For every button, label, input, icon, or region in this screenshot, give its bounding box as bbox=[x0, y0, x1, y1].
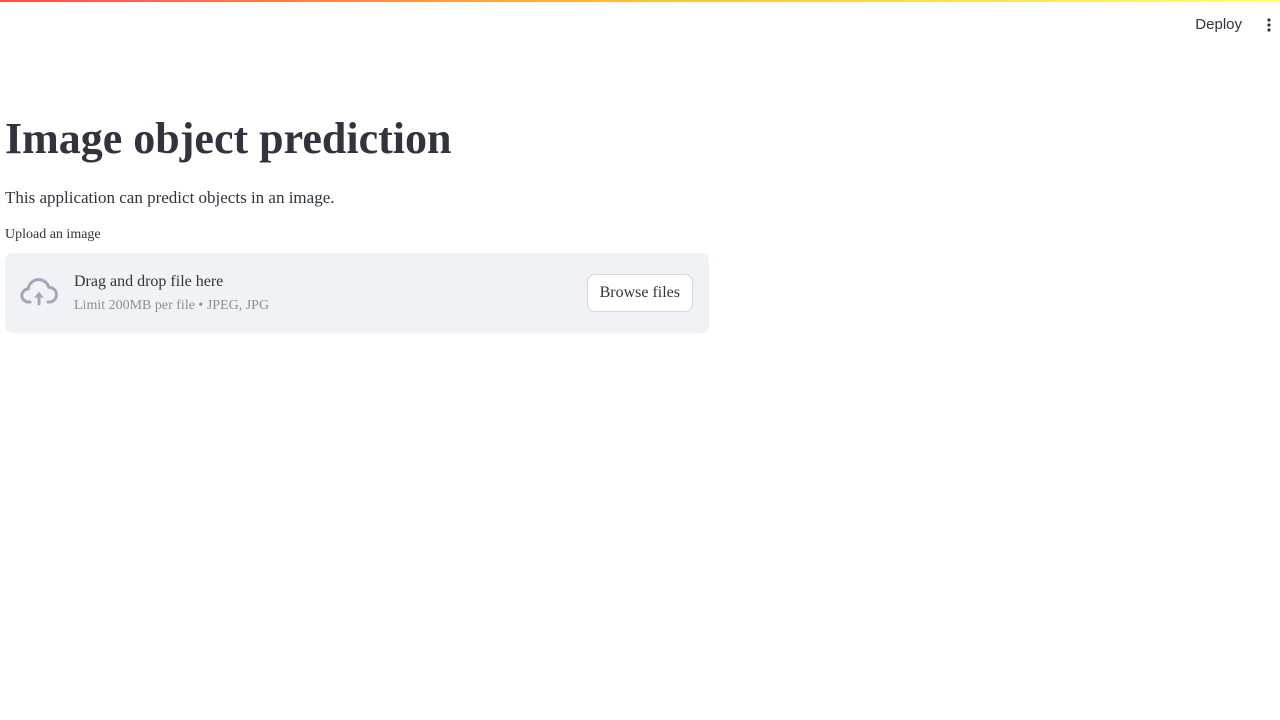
main-content: Image object prediction This application… bbox=[5, 104, 709, 333]
cloud-upload-icon bbox=[20, 278, 58, 306]
browse-files-button[interactable]: Browse files bbox=[586, 274, 693, 312]
page-description: This application can predict objects in … bbox=[5, 188, 335, 207]
uploader-label: Upload an image bbox=[5, 227, 101, 242]
file-dropzone[interactable]: Drag and drop file here Limit 200MB per … bbox=[5, 253, 709, 333]
deploy-button[interactable]: Deploy bbox=[1191, 14, 1246, 36]
dropzone-limit-text: Limit 200MB per file • JPEG, JPG bbox=[74, 298, 270, 313]
app-header: Deploy bbox=[0, 2, 1280, 46]
dropzone-instructions: Drag and drop file here Limit 200MB per … bbox=[74, 270, 269, 316]
main-menu-button[interactable] bbox=[1262, 14, 1276, 36]
dropzone-title: Drag and drop file here bbox=[74, 273, 224, 290]
vertical-ellipsis-icon bbox=[1267, 18, 1271, 32]
page-title: Image object prediction bbox=[5, 114, 452, 163]
